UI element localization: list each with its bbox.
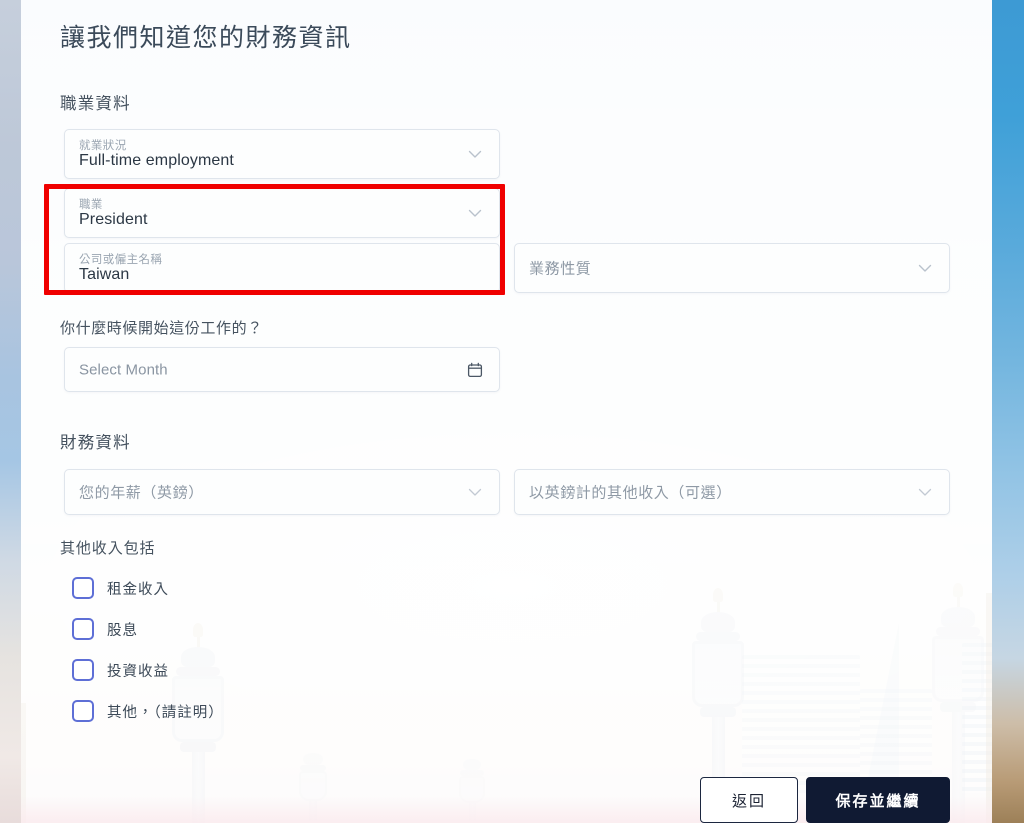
employment-status-value: Full-time employment bbox=[79, 152, 234, 169]
annual-salary-placeholder: 您的年薪（英鎊） bbox=[79, 484, 204, 502]
business-nature-placeholder: 業務性質 bbox=[529, 260, 592, 278]
calendar-icon[interactable] bbox=[467, 362, 483, 378]
save-and-continue-button[interactable]: 保存並繼續 bbox=[806, 777, 950, 823]
employer-name-input[interactable]: 公司或僱主名稱 Taiwan bbox=[64, 243, 500, 293]
checkbox-row-other[interactable]: 其他，（請註明） bbox=[72, 700, 224, 722]
checkbox-dividends[interactable] bbox=[72, 618, 94, 640]
chevron-down-icon bbox=[467, 205, 483, 221]
employer-name-value: Taiwan bbox=[79, 266, 130, 283]
checkbox-row-investment-returns[interactable]: 投資收益 bbox=[72, 659, 169, 681]
back-button[interactable]: 返回 bbox=[700, 777, 798, 823]
chevron-down-icon bbox=[467, 484, 483, 500]
checkbox-rental-income[interactable] bbox=[72, 577, 94, 599]
employer-name-label: 公司或僱主名稱 bbox=[79, 254, 163, 266]
section-heading-financial: 財務資料 bbox=[60, 434, 131, 452]
checkbox-label-investment-returns: 投資收益 bbox=[107, 663, 169, 680]
occupation-select[interactable]: 職業 President bbox=[64, 188, 500, 238]
employment-status-label: 就業狀況 bbox=[79, 140, 127, 152]
start-month-placeholder: Select Month bbox=[79, 361, 168, 378]
occupation-label: 職業 bbox=[79, 199, 103, 211]
checkbox-label-dividends: 股息 bbox=[107, 622, 138, 639]
other-income-placeholder: 以英鎊計的其他收入（可選） bbox=[529, 484, 732, 502]
section-heading-occupation: 職業資料 bbox=[60, 95, 131, 113]
checkbox-row-dividends[interactable]: 股息 bbox=[72, 618, 138, 640]
page-title: 讓我們知道您的財務資訊 bbox=[60, 24, 352, 52]
financial-details-form: 讓我們知道您的財務資訊 職業資料 就業狀況 Full-time employme… bbox=[0, 0, 1024, 823]
chevron-down-icon bbox=[467, 146, 483, 162]
other-income-select[interactable]: 以英鎊計的其他收入（可選） bbox=[514, 469, 950, 515]
annual-salary-select[interactable]: 您的年薪（英鎊） bbox=[64, 469, 500, 515]
chevron-down-icon bbox=[917, 260, 933, 276]
occupation-value: President bbox=[79, 211, 148, 228]
checkbox-row-rental-income[interactable]: 租金收入 bbox=[72, 577, 169, 599]
other-income-heading: 其他收入包括 bbox=[60, 540, 156, 557]
checkbox-other[interactable] bbox=[72, 700, 94, 722]
employment-status-select[interactable]: 就業狀況 Full-time employment bbox=[64, 129, 500, 179]
checkbox-label-rental-income: 租金收入 bbox=[107, 581, 169, 598]
start-month-input[interactable]: Select Month bbox=[64, 347, 500, 392]
checkbox-investment-returns[interactable] bbox=[72, 659, 94, 681]
checkbox-label-other: 其他，（請註明） bbox=[107, 704, 224, 721]
chevron-down-icon bbox=[917, 484, 933, 500]
business-nature-select[interactable]: 業務性質 bbox=[514, 243, 950, 293]
start-date-question: 你什麼時候開始這份工作的？ bbox=[60, 320, 263, 337]
